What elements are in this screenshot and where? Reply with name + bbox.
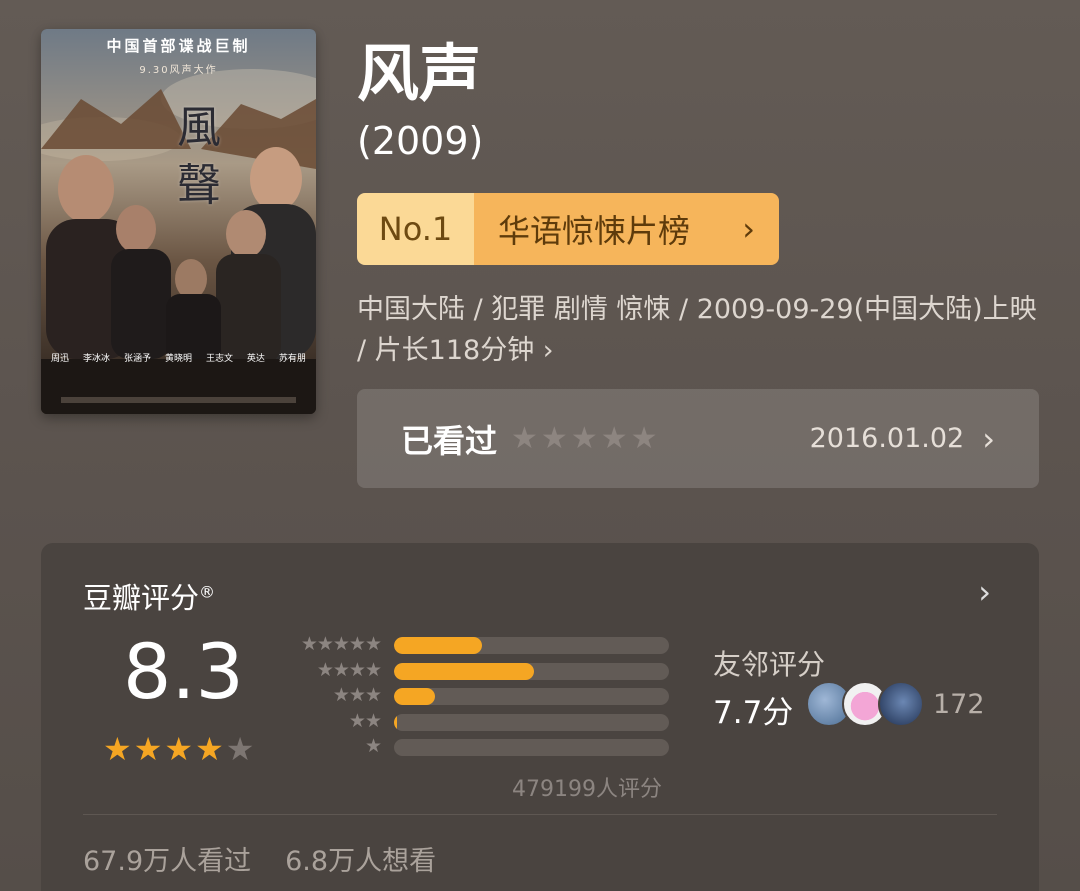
distribution-bar-fill	[394, 714, 397, 731]
rating-stars: ★ ★ ★ ★ ★	[103, 733, 254, 765]
friends-rating-count: 172	[933, 689, 985, 720]
poster-release-note: 9.30风声大作	[139, 65, 218, 76]
distribution-bar-track	[394, 688, 669, 705]
star-icon[interactable]: ★	[571, 423, 598, 454]
rating-card-title: 豆瓣评分®	[83, 575, 215, 617]
rank-list[interactable]: 华语惊悚片榜 ›	[474, 193, 779, 265]
poster-cast-name: 黄晓明	[164, 354, 192, 364]
star-icon: ★	[133, 730, 163, 768]
distribution-bar-fill	[394, 688, 436, 705]
wish-count[interactable]: 6.8万人想看	[285, 839, 436, 878]
star-icon[interactable]: ★	[511, 423, 538, 454]
distribution-bar-track	[394, 663, 669, 680]
chevron-right-icon[interactable]: ›	[978, 573, 991, 611]
watched-date: 2016.01.02	[809, 423, 965, 454]
star-icon[interactable]: ★	[541, 423, 568, 454]
rank-number: No.1	[357, 193, 474, 265]
movie-poster[interactable]: 中国首部谍战巨制 9.30风声大作 風聲 周迅 李冰冰 张涵予 黄晓明 王志文 …	[41, 29, 316, 414]
rating-title-text: 豆瓣评分	[83, 581, 200, 615]
distribution-bar-track	[394, 637, 669, 654]
distribution-bar-fill	[394, 637, 482, 654]
star-icon: ★★	[348, 710, 382, 732]
poster-cast-name: 王志文	[205, 354, 233, 364]
movie-year: (2009)	[357, 119, 484, 163]
registered-mark: ®	[199, 582, 216, 602]
star-icon: ★★★	[332, 684, 382, 706]
avatar[interactable]	[878, 681, 924, 727]
star-icon: ★	[103, 730, 132, 768]
distribution-bar-track	[394, 739, 669, 756]
star-icon: ★	[164, 730, 194, 768]
poster-cast-name: 苏有朋	[278, 354, 306, 364]
movie-meta-info[interactable]: 中国大陆 / 犯罪 剧情 惊悚 / 2009-09-29(中国大陆)上映 / 片…	[357, 289, 1037, 371]
chevron-right-icon: ›	[742, 210, 755, 248]
friends-rating-label: 友邻评分	[713, 648, 826, 681]
movie-title: 风声	[357, 37, 482, 110]
poster-cast-name: 周迅	[51, 354, 70, 364]
poster-calligraphy-title: 風聲	[177, 102, 221, 211]
rank-badge[interactable]: No.1 华语惊悚片榜 ›	[357, 193, 779, 265]
star-icon: ★	[195, 730, 224, 768]
distribution-bar-track	[394, 714, 669, 731]
star-icon[interactable]: ★	[601, 423, 628, 454]
star-icon: ★★★★★	[300, 633, 382, 655]
rating-count: 479199人评分	[512, 777, 662, 802]
poster-cast-name: 李冰冰	[82, 354, 110, 364]
poster-cast-name: 英达	[246, 354, 265, 364]
star-icon: ★	[364, 735, 382, 757]
audience-stats: 67.9万人看过 6.8万人想看	[83, 839, 436, 878]
distribution-bar-fill	[394, 663, 535, 680]
star-icon[interactable]: ★	[631, 423, 658, 454]
friends-rating-score: 7.7分	[713, 695, 794, 731]
douban-rating-card[interactable]: 豆瓣评分® › 8.3 ★ ★ ★ ★ ★ ★★★★★ ★★★★ ★★★ ★★ ★ 479199…	[41, 543, 1039, 891]
watched-label: 已看过	[401, 421, 498, 460]
poster-cast-name: 张涵予	[123, 354, 151, 364]
my-rating-stars[interactable]: ★ ★ ★ ★ ★	[511, 423, 658, 454]
star-icon: ★★★★	[316, 659, 382, 681]
movie-detail-page: 中国首部谍战巨制 9.30风声大作 風聲 周迅 李冰冰 张涵予 黄晓明 王志文 …	[0, 0, 1080, 891]
rank-list-name: 华语惊悚片榜	[498, 212, 691, 250]
card-divider	[83, 814, 997, 815]
friend-avatars[interactable]	[806, 681, 924, 727]
watched-status-row[interactable]: 已看过 ★ ★ ★ ★ ★ 2016.01.02 ›	[357, 389, 1039, 488]
chevron-right-icon: ›	[982, 419, 995, 458]
poster-tagline: 中国首部谍战巨制	[106, 37, 251, 55]
rating-score: 8.3	[123, 627, 244, 716]
poster-cast-list: 周迅 李冰冰 张涵予 黄晓明 王志文 英达 苏有朋	[51, 351, 306, 364]
watched-count[interactable]: 67.9万人看过	[83, 839, 251, 878]
star-icon: ★	[225, 730, 255, 768]
